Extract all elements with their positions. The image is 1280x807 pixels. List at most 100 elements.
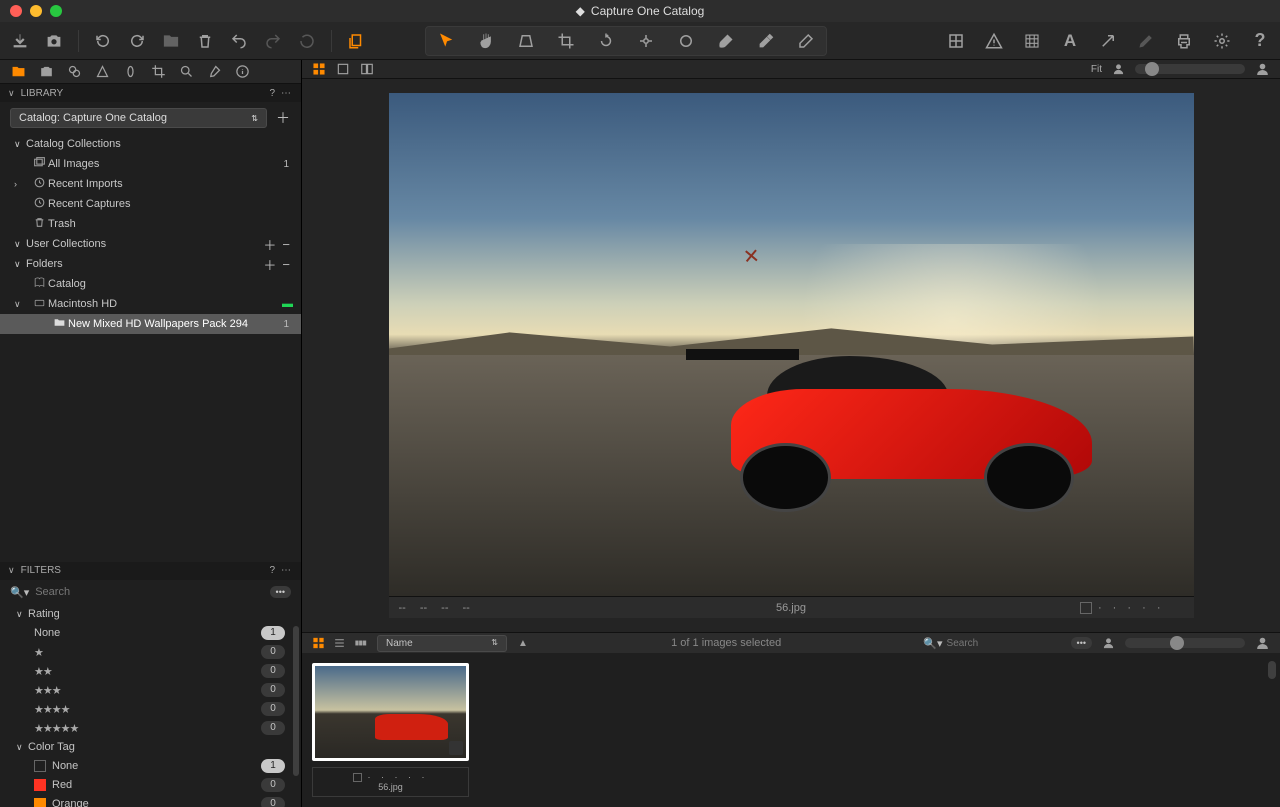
- color-row[interactable]: None1: [0, 757, 301, 776]
- list-view-icon[interactable]: [333, 637, 346, 650]
- library-tab-icon[interactable]: [10, 64, 26, 80]
- split-view-icon[interactable]: [360, 62, 374, 76]
- reset-icon[interactable]: [297, 31, 317, 51]
- thumb-size-slider[interactable]: [1125, 638, 1245, 648]
- colortag-group[interactable]: ∨Color Tag: [0, 738, 301, 757]
- metadata-tab-icon[interactable]: [234, 64, 250, 80]
- copy-variant-icon[interactable]: [346, 31, 366, 51]
- catalog-selector[interactable]: Catalog: Capture One Catalog ⇅: [10, 108, 267, 128]
- move-to-icon[interactable]: [161, 31, 181, 51]
- thumbnail-image[interactable]: [312, 663, 469, 761]
- filmstrip-view-icon[interactable]: [354, 637, 367, 650]
- trash-icon[interactable]: [195, 31, 215, 51]
- exposure-tab-icon[interactable]: [122, 64, 138, 80]
- user-icon[interactable]: [1255, 636, 1270, 651]
- catalog-collections-group[interactable]: ∨Catalog Collections: [0, 134, 301, 154]
- add-catalog-button[interactable]: ＋: [275, 108, 291, 128]
- panel-menu-icon[interactable]: ⋯: [281, 565, 293, 576]
- remove-collection-button[interactable]: −: [279, 237, 293, 252]
- help-small-icon[interactable]: ?: [269, 88, 275, 99]
- fit-label[interactable]: Fit: [1091, 64, 1102, 75]
- sort-selector[interactable]: Name⇅: [377, 635, 507, 652]
- help-small-icon[interactable]: ?: [269, 565, 275, 576]
- remove-folder-button[interactable]: −: [279, 257, 293, 272]
- browser-search-input[interactable]: [947, 638, 1067, 649]
- color-row[interactable]: Red0: [0, 776, 301, 795]
- shape-tool-icon[interactable]: [676, 31, 696, 51]
- list-icon[interactable]: [1171, 600, 1184, 616]
- catalog-folder-item[interactable]: Catalog: [0, 274, 301, 294]
- rating-row[interactable]: ★★★0: [0, 681, 301, 700]
- add-folder-button[interactable]: ＋: [260, 255, 279, 274]
- adjust-tab-icon[interactable]: [206, 64, 222, 80]
- close-window[interactable]: [10, 5, 22, 17]
- rotate-tool-icon[interactable]: [596, 31, 616, 51]
- eyedropper-tool-icon[interactable]: [756, 31, 776, 51]
- undo-icon[interactable]: [229, 31, 249, 51]
- grid-view-icon[interactable]: [312, 637, 325, 650]
- capture-tab-icon[interactable]: [38, 64, 54, 80]
- color-tag-box[interactable]: [1080, 602, 1092, 614]
- all-images-item[interactable]: All Images 1: [0, 154, 301, 174]
- search-options-icon[interactable]: •••: [270, 586, 291, 598]
- rotate-right-icon[interactable]: [127, 31, 147, 51]
- annotate-icon[interactable]: A: [1060, 31, 1080, 51]
- redo-icon[interactable]: [263, 31, 283, 51]
- spot-tool-icon[interactable]: [636, 31, 656, 51]
- export-icon[interactable]: [1098, 31, 1118, 51]
- keystone-tool-icon[interactable]: [516, 31, 536, 51]
- single-view-icon[interactable]: [336, 62, 350, 76]
- trash-item[interactable]: Trash: [0, 214, 301, 234]
- rating-dots[interactable]: · · · · ·: [368, 772, 429, 782]
- color-tab-icon[interactable]: [94, 64, 110, 80]
- filters-panel-header[interactable]: ∨ FILTERS ? ⋯: [0, 562, 301, 580]
- warning-icon[interactable]: [984, 31, 1004, 51]
- minimize-window[interactable]: [30, 5, 42, 17]
- scrollbar-thumb[interactable]: [293, 626, 299, 776]
- import-icon[interactable]: [10, 31, 30, 51]
- recent-captures-item[interactable]: Recent Captures: [0, 194, 301, 214]
- guides-icon[interactable]: [1022, 31, 1042, 51]
- capture-icon[interactable]: [44, 31, 64, 51]
- add-collection-button[interactable]: ＋: [260, 235, 279, 254]
- scrollbar-thumb[interactable]: [1268, 661, 1276, 679]
- rating-row[interactable]: None1: [0, 624, 301, 643]
- user-icon[interactable]: [1102, 637, 1115, 650]
- details-tab-icon[interactable]: [178, 64, 194, 80]
- rating-row[interactable]: ★★★★0: [0, 700, 301, 719]
- settings-icon[interactable]: [1212, 31, 1232, 51]
- print-icon[interactable]: [1174, 31, 1194, 51]
- panel-menu-icon[interactable]: ⋯: [281, 88, 293, 99]
- crop-tool-icon[interactable]: [556, 31, 576, 51]
- brush-tool-icon[interactable]: [716, 31, 736, 51]
- library-panel-header[interactable]: ∨ LIBRARY ? ⋯: [0, 84, 301, 102]
- rotate-left-icon[interactable]: [93, 31, 113, 51]
- lens-tab-icon[interactable]: [66, 64, 82, 80]
- user-icon[interactable]: [1112, 63, 1125, 76]
- edit-icon[interactable]: [1136, 31, 1156, 51]
- rating-dots[interactable]: · · · · ·: [1098, 602, 1165, 614]
- rating-row[interactable]: ★★★★★0: [0, 719, 301, 738]
- rating-row[interactable]: ★★0: [0, 662, 301, 681]
- eraser-tool-icon[interactable]: [796, 31, 816, 51]
- grid-icon[interactable]: [946, 31, 966, 51]
- image-area[interactable]: ✕ -------- 56.jpg · · · · ·: [302, 79, 1280, 632]
- pan-tool-icon[interactable]: [476, 31, 496, 51]
- zoom-window[interactable]: [50, 5, 62, 17]
- folders-group[interactable]: ∨Folders ＋ −: [0, 254, 301, 274]
- color-tag-box[interactable]: [353, 773, 362, 782]
- rating-group[interactable]: ∨Rating: [0, 605, 301, 624]
- user-collections-group[interactable]: ∨User Collections ＋ −: [0, 234, 301, 254]
- main-image[interactable]: ✕: [389, 93, 1194, 596]
- color-row[interactable]: Orange0: [0, 795, 301, 807]
- recent-imports-item[interactable]: › Recent Imports: [0, 174, 301, 194]
- help-icon[interactable]: ?: [1250, 31, 1270, 51]
- crop-tab-icon[interactable]: [150, 64, 166, 80]
- user-icon[interactable]: [1255, 62, 1270, 77]
- rating-row[interactable]: ★0: [0, 643, 301, 662]
- grid-view-icon[interactable]: [312, 62, 326, 76]
- filter-search-input[interactable]: [35, 586, 263, 598]
- zoom-slider[interactable]: [1135, 64, 1245, 74]
- thumbnail[interactable]: · · · · · 56.jpg: [312, 663, 469, 797]
- macintosh-hd-item[interactable]: ∨ Macintosh HD ▬: [0, 294, 301, 314]
